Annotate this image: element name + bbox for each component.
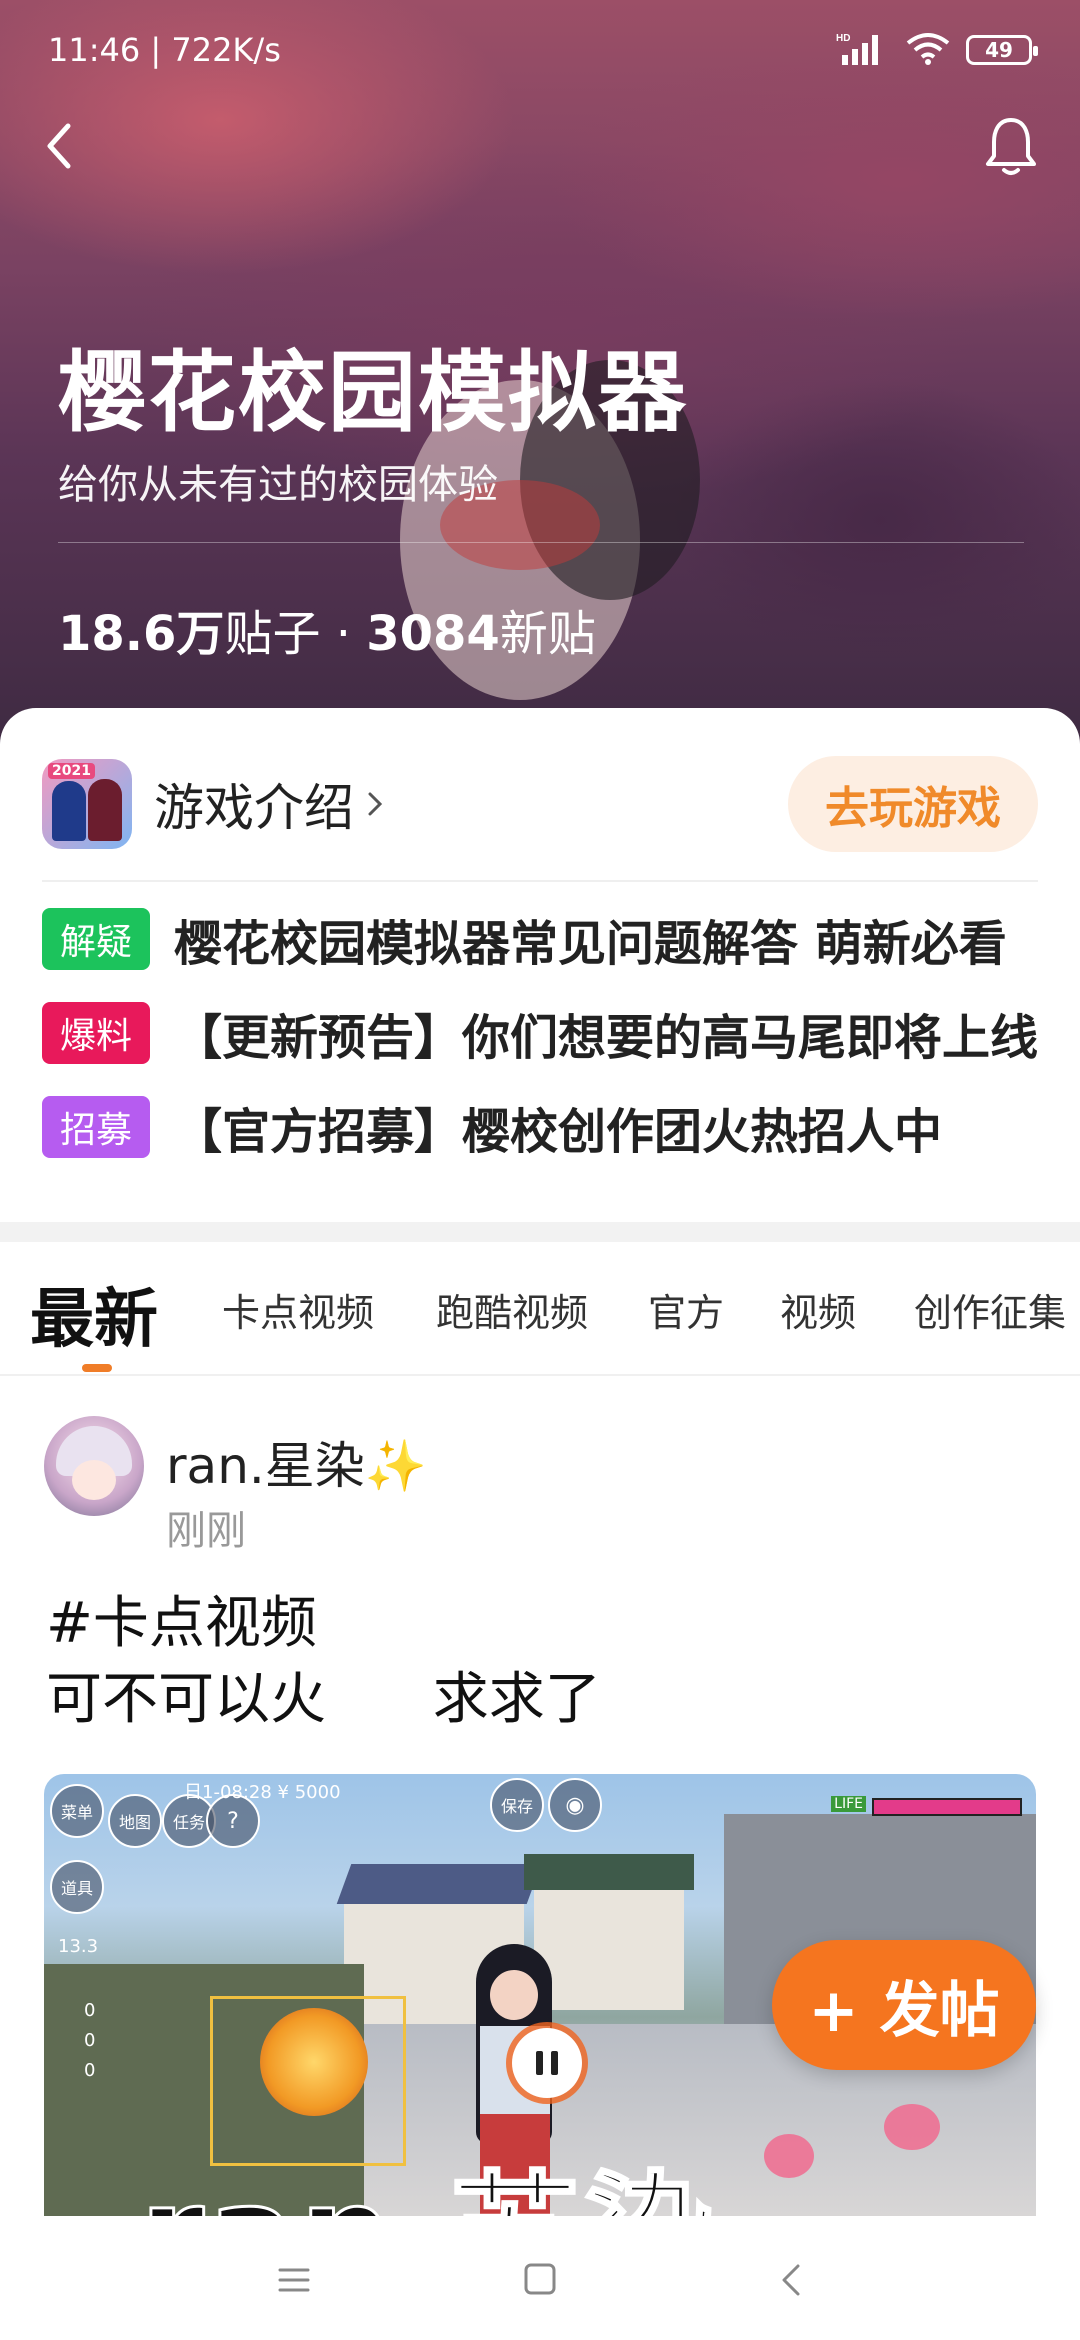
game-app-icon[interactable]: 2021: [42, 759, 132, 849]
video-hud-map: 地图: [108, 1794, 162, 1848]
system-nav-bar: [0, 2216, 1080, 2340]
game-intro-link[interactable]: 游戏介绍: [154, 768, 354, 840]
wifi-icon: [906, 31, 950, 70]
status-bar: 11:46 | 722K/s HD 49: [48, 30, 1038, 70]
notice-tag-news: 爆料: [42, 1002, 150, 1064]
forum-stats: 18.6万贴子 · 3084新贴: [58, 594, 596, 664]
game-row: 2021 游戏介绍 去玩游戏: [42, 756, 1038, 852]
tab-creation-contest[interactable]: 创作征集: [914, 1282, 1066, 1337]
header-divider: [58, 542, 1024, 543]
video-hud-count: 0: [84, 2030, 96, 2051]
category-tabs: 最新 卡点视频 跑酷视频 官方 视频 创作征集: [0, 1242, 1080, 1376]
new-posts-label: 新贴: [499, 606, 596, 662]
forum-subtitle: 给你从未有过的校园体验: [58, 462, 498, 508]
battery-icon: 49: [966, 35, 1038, 65]
status-time-speed: 11:46 | 722K/s: [48, 31, 281, 69]
forum-title: 樱花校园模拟器: [58, 341, 689, 444]
video-hud-count: 0: [84, 2000, 96, 2021]
avatar[interactable]: [44, 1416, 144, 1516]
post-username[interactable]: ran.星染✨: [166, 1426, 427, 1498]
heart-decoration: [884, 2104, 940, 2150]
home-icon[interactable]: [516, 2260, 564, 2300]
video-hud-count: 0: [84, 2060, 96, 2081]
notice-item[interactable]: 招募 【官方招募】樱校创作团火热招人中: [42, 1094, 1038, 1160]
chevron-right-icon: [368, 792, 383, 816]
post-time: 刚刚: [166, 1508, 246, 1554]
video-hud-menu: 菜单: [50, 1784, 104, 1838]
video-hud-life: LIFE: [831, 1796, 866, 1812]
tab-parkour-video[interactable]: 跑酷视频: [436, 1282, 588, 1337]
posts-count: 18.6万: [58, 606, 225, 662]
video-life-bar: [872, 1798, 1022, 1816]
post-card[interactable]: ran.星染✨ 刚刚 #卡点视频 可不可以火 求求了 菜单 地图 任务 ? 道具…: [0, 1376, 1080, 2216]
notice-title: 【更新预告】你们想要的高马尾即将上线: [174, 1010, 1038, 1066]
video-camera-icon: ◉: [548, 1778, 602, 1832]
game-icon-year: 2021: [48, 763, 95, 779]
status-icons: HD 49: [836, 31, 1038, 70]
network-label: HD: [836, 33, 850, 44]
menu-icon[interactable]: [270, 2260, 318, 2300]
video-hud-date-money: 日1-08:28 ¥ 5000: [184, 1782, 341, 1803]
tab-beat-video[interactable]: 卡点视频: [222, 1282, 374, 1337]
heart-decoration: [764, 2134, 814, 2178]
forum-info-card: 2021 游戏介绍 去玩游戏 解疑 樱花校园模拟器常见问题解答 萌新必看 爆料 …: [0, 708, 1080, 1228]
notice-title: 【官方招募】樱校创作团火热招人中: [174, 1104, 943, 1160]
video-hud-save: 保存: [490, 1778, 544, 1832]
active-tab-indicator: [82, 1364, 112, 1372]
tab-video[interactable]: 视频: [780, 1282, 856, 1337]
back-icon[interactable]: [38, 118, 82, 174]
notice-item[interactable]: 解疑 樱花校园模拟器常见问题解答 萌新必看: [42, 906, 1038, 972]
video-sun-graphic: [260, 2008, 368, 2116]
video-hud-props: 道具: [50, 1860, 104, 1914]
play-game-button[interactable]: 去玩游戏: [788, 756, 1038, 852]
video-hud-stat: 13.3: [58, 1936, 99, 1957]
pause-button[interactable]: [512, 2028, 582, 2098]
forum-header-banner: 11:46 | 722K/s HD 49 樱花校园模拟器 给你从未有过的校园体验…: [0, 0, 1080, 760]
new-posts-count: 3084: [366, 606, 500, 662]
notice-title: 樱花校园模拟器常见问题解答 萌新必看: [174, 916, 1007, 972]
nav-back-icon[interactable]: [768, 2260, 816, 2300]
tab-latest[interactable]: 最新: [30, 1268, 158, 1360]
section-gap: [0, 1222, 1080, 1242]
posts-label: 贴子: [224, 606, 321, 662]
stats-separator: ·: [320, 606, 367, 662]
bell-icon[interactable]: [982, 114, 1040, 178]
signal-icon: HD: [836, 31, 890, 70]
card-divider: [42, 880, 1038, 882]
new-post-button[interactable]: + 发帖: [772, 1940, 1036, 2070]
notice-item[interactable]: 爆料 【更新预告】你们想要的高马尾即将上线: [42, 1000, 1038, 1066]
notice-tag-faq: 解疑: [42, 908, 150, 970]
video-overlay-text: ran.苏染: [139, 2129, 718, 2217]
tab-official[interactable]: 官方: [648, 1282, 724, 1337]
notice-tag-recruit: 招募: [42, 1096, 150, 1158]
post-text[interactable]: #卡点视频 可不可以火 求求了: [46, 1586, 601, 1738]
